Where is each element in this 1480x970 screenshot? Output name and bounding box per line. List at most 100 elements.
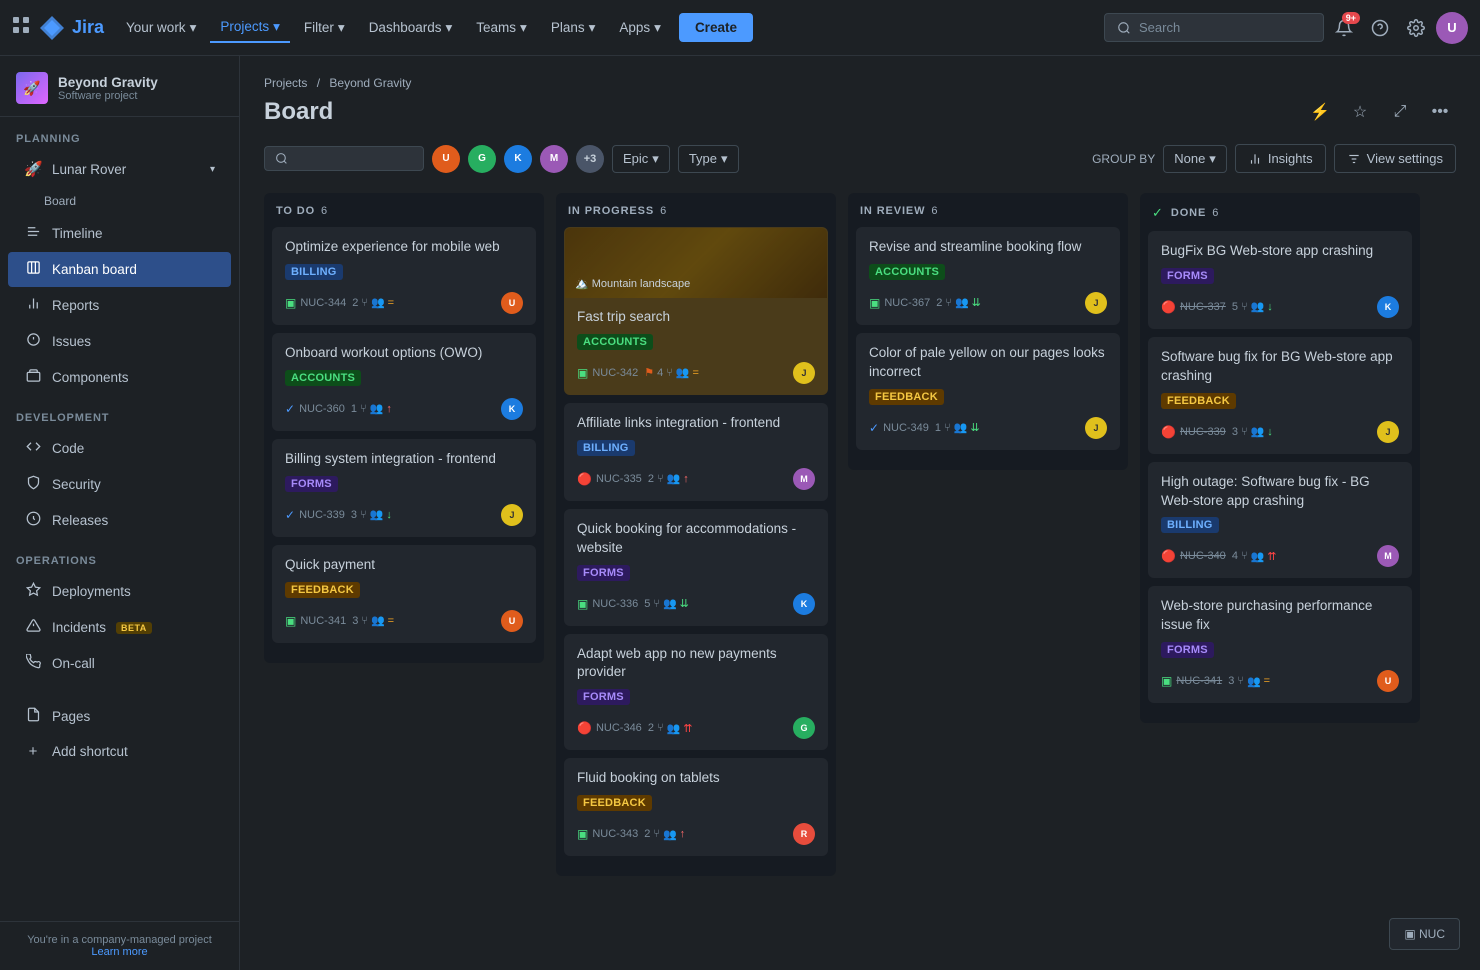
card-avatar: J <box>501 504 523 526</box>
nav-dashboards[interactable]: Dashboards ▾ <box>359 14 463 42</box>
sidebar-item-timeline[interactable]: Timeline <box>8 216 231 251</box>
sidebar-item-oncall[interactable]: On-call <box>8 646 231 681</box>
card-nuc-340[interactable]: High outage: Software bug fix - BG Web-s… <box>1148 462 1412 579</box>
insights-button[interactable]: Insights <box>1235 144 1326 173</box>
more-options-button[interactable]: ••• <box>1424 96 1456 128</box>
lightning-button[interactable]: ⚡ <box>1304 96 1336 128</box>
nav-your-work[interactable]: Your work ▾ <box>116 14 206 42</box>
timeline-icon <box>24 224 42 243</box>
avatar-filter-2[interactable]: G <box>468 145 496 173</box>
card-nuc-343[interactable]: Fluid booking on tablets FEEDBACK ▣ NUC-… <box>564 758 828 856</box>
jira-logo[interactable]: Jira <box>38 14 104 42</box>
nav-apps[interactable]: Apps ▾ <box>609 14 671 42</box>
issue-type-icon: ▣ <box>1161 674 1172 688</box>
kanban-board: TO DO 6 Optimize experience for mobile w… <box>264 193 1456 896</box>
issue-type-icon: 🔴 <box>1161 425 1176 439</box>
breadcrumb: Projects / Beyond Gravity <box>264 76 1456 90</box>
issue-type-icon: 🔴 <box>577 721 592 735</box>
nav-icon-group: 9+ U <box>1328 12 1468 44</box>
card-nuc-335[interactable]: Affiliate links integration - frontend B… <box>564 403 828 501</box>
card-avatar: J <box>793 362 815 384</box>
sidebar-item-lunar-rover[interactable]: 🚀 Lunar Rover ▾ <box>8 152 231 186</box>
column-in-progress: IN PROGRESS 6 🏔️ Mountain landscape Fast… <box>556 193 836 876</box>
avatar-filter-4[interactable]: M <box>540 145 568 173</box>
card-avatar: G <box>793 717 815 739</box>
epic-filter-button[interactable]: Epic ▾ <box>612 145 670 173</box>
help-button[interactable] <box>1364 12 1396 44</box>
issue-type-icon: ▣ <box>577 597 588 611</box>
card-nuc-360[interactable]: Onboard workout options (OWO) ACCOUNTS ✓… <box>272 333 536 431</box>
notifications-button[interactable]: 9+ <box>1328 12 1360 44</box>
card-nuc-342[interactable]: 🏔️ Mountain landscape Fast trip search A… <box>564 227 828 395</box>
board-search-icon <box>275 152 288 165</box>
sidebar-item-issues[interactable]: Issues <box>8 324 231 359</box>
sidebar-item-reports[interactable]: Reports <box>8 288 231 323</box>
main-content: Projects / Beyond Gravity Board ⚡ ☆ ⤢ ••… <box>240 56 1480 970</box>
issue-type-icon: ▣ <box>577 366 588 380</box>
learn-more-link[interactable]: Learn more <box>91 946 147 958</box>
done-check-icon: ✓ <box>1152 205 1163 221</box>
issue-type-icon: ▣ <box>577 827 588 841</box>
sidebar-item-pages[interactable]: Pages <box>8 699 231 734</box>
issue-type-icon: ▣ <box>285 296 296 310</box>
card-nuc-339[interactable]: Billing system integration - frontend FO… <box>272 439 536 537</box>
nav-teams[interactable]: Teams ▾ <box>466 14 537 42</box>
nav-filter[interactable]: Filter ▾ <box>294 14 355 42</box>
card-nuc-341-todo[interactable]: Quick payment FEEDBACK ▣ NUC-341 3 ⑂ 👥 =… <box>272 545 536 643</box>
search-icon <box>1117 21 1131 35</box>
type-filter-button[interactable]: Type ▾ <box>678 145 739 173</box>
sidebar-item-board-sub[interactable]: Board <box>8 187 231 215</box>
user-avatar[interactable]: U <box>1436 12 1468 44</box>
sidebar-item-releases[interactable]: Releases <box>8 503 231 538</box>
sidebar: 🚀 Beyond Gravity Software project PLANNI… <box>0 56 240 970</box>
card-nuc-349[interactable]: Color of pale yellow on our pages looks … <box>856 333 1120 450</box>
components-icon <box>24 368 42 387</box>
nav-plans[interactable]: Plans ▾ <box>541 14 606 42</box>
add-icon: + <box>24 743 42 760</box>
star-button[interactable]: ☆ <box>1344 96 1376 128</box>
oncall-icon <box>24 654 42 673</box>
column-header-done: ✓ DONE 6 <box>1148 205 1412 221</box>
card-nuc-339-done[interactable]: Software bug fix for BG Web-store app cr… <box>1148 337 1412 454</box>
sidebar-item-incidents[interactable]: Incidents BETA <box>8 610 231 645</box>
kanban-icon <box>24 260 42 279</box>
board-search[interactable] <box>264 146 424 171</box>
sidebar-item-deployments[interactable]: Deployments <box>8 574 231 609</box>
card-nuc-367[interactable]: Revise and streamline booking flow ACCOU… <box>856 227 1120 325</box>
page-actions: ⚡ ☆ ⤢ ••• <box>1304 96 1456 128</box>
breadcrumb-project[interactable]: Beyond Gravity <box>329 76 411 90</box>
column-header-in-review: IN REVIEW 6 <box>856 205 1120 217</box>
card-nuc-344[interactable]: Optimize experience for mobile web BILLI… <box>272 227 536 325</box>
avatar-more-button[interactable]: +3 <box>576 145 604 173</box>
avatar-filter-1[interactable]: U <box>432 145 460 173</box>
rocket-icon: 🚀 <box>24 160 42 178</box>
sidebar-item-code[interactable]: Code <box>8 431 231 466</box>
search-input[interactable]: Search <box>1104 13 1324 42</box>
card-avatar: U <box>1377 670 1399 692</box>
grid-icon[interactable] <box>12 16 30 39</box>
card-nuc-337[interactable]: BugFix BG Web-store app crashing FORMS 🔴… <box>1148 231 1412 329</box>
sidebar-item-security[interactable]: Security <box>8 467 231 502</box>
card-avatar: U <box>501 610 523 632</box>
card-avatar: R <box>793 823 815 845</box>
sidebar-item-add-shortcut[interactable]: + Add shortcut <box>8 735 231 768</box>
deployments-icon <box>24 582 42 601</box>
sidebar-item-components[interactable]: Components <box>8 360 231 395</box>
view-settings-button[interactable]: View settings <box>1334 144 1456 173</box>
card-nuc-346[interactable]: Adapt web app no new payments provider F… <box>564 634 828 751</box>
card-nuc-341-done[interactable]: Web-store purchasing performance issue f… <box>1148 586 1412 703</box>
sidebar-item-kanban[interactable]: Kanban board <box>8 252 231 287</box>
breadcrumb-projects[interactable]: Projects <box>264 76 307 90</box>
card-image: 🏔️ Mountain landscape <box>565 228 827 298</box>
group-by-select[interactable]: None ▾ <box>1163 145 1227 173</box>
card-nuc-336[interactable]: Quick booking for accommodations - websi… <box>564 509 828 626</box>
avatar-filter-3[interactable]: K <box>504 145 532 173</box>
card-avatar: J <box>1085 292 1107 314</box>
expand-button[interactable]: ⤢ <box>1384 96 1416 128</box>
create-button[interactable]: Create <box>679 13 753 42</box>
bottom-hint: ▣ NUC <box>1389 918 1460 950</box>
card-avatar: K <box>1377 296 1399 318</box>
settings-button[interactable] <box>1400 12 1432 44</box>
issue-type-icon: ▣ <box>285 614 296 628</box>
nav-projects[interactable]: Projects ▾ <box>210 13 290 43</box>
